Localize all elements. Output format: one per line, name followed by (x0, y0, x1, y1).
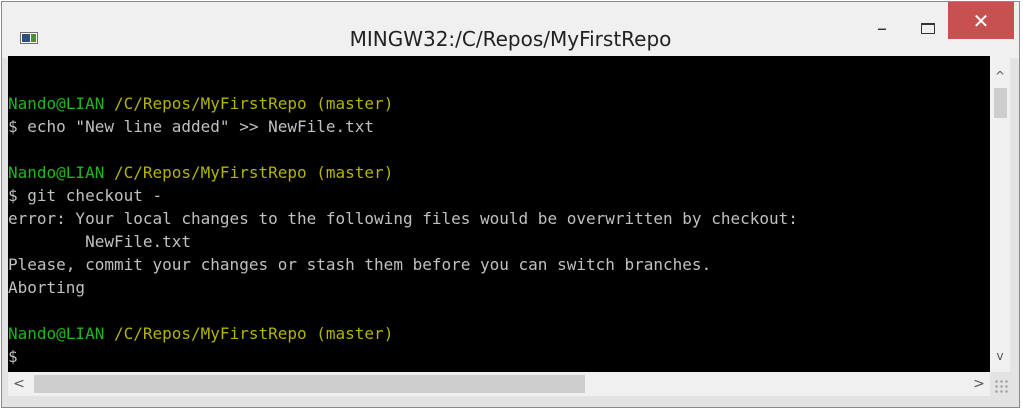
prompt-user: Nando@LIAN (8, 163, 105, 182)
terminal-output[interactable]: Nando@LIAN /C/Repos/MyFirstRepo (master)… (8, 56, 990, 372)
prompt-path: /C/Repos/MyFirstRepo (master) (113, 163, 394, 182)
output-line: $ git checkout - (8, 186, 163, 205)
scroll-up-icon[interactable]: ^ (990, 66, 1010, 86)
horizontal-scrollbar[interactable]: < > (8, 372, 990, 396)
prompt-path: /C/Repos/MyFirstRepo (master) (113, 324, 394, 343)
title-bar[interactable]: MINGW32:/C/Repos/MyFirstRepo – ✕ (2, 2, 1019, 58)
maximize-button[interactable] (908, 10, 948, 46)
prompt-line: Nando@LIAN /C/Repos/MyFirstRepo (master) (8, 92, 798, 115)
output-line: $ echo "New line added" >> NewFile.txt (8, 117, 375, 136)
output-line: NewFile.txt (8, 232, 192, 251)
minimize-icon: – (877, 16, 887, 40)
maximize-icon (921, 22, 935, 34)
prompt-path: /C/Repos/MyFirstRepo (master) (113, 94, 394, 113)
prompt-line: Nando@LIAN /C/Repos/MyFirstRepo (master) (8, 322, 798, 345)
prompt-line: Nando@LIAN /C/Repos/MyFirstRepo (master) (8, 161, 798, 184)
terminal-lines: Nando@LIAN /C/Repos/MyFirstRepo (master)… (8, 92, 798, 368)
prompt-user: Nando@LIAN (8, 94, 105, 113)
close-button[interactable]: ✕ (948, 2, 1014, 39)
resize-grip-icon[interactable] (994, 379, 1008, 393)
scroll-right-icon[interactable]: > (968, 372, 990, 396)
minimize-button[interactable]: – (862, 10, 902, 46)
output-line: $ (8, 347, 18, 366)
prompt-user: Nando@LIAN (8, 324, 105, 343)
output-line: Please, commit your changes or stash the… (8, 255, 712, 274)
scroll-down-icon[interactable]: v (990, 346, 1010, 366)
scroll-left-icon[interactable]: < (8, 372, 30, 396)
output-line: error: Your local changes to the followi… (8, 209, 798, 228)
horizontal-scroll-thumb[interactable] (34, 375, 585, 393)
vertical-scroll-thumb[interactable] (994, 88, 1007, 118)
close-icon: ✕ (972, 8, 990, 33)
vertical-scrollbar[interactable]: ^ v (990, 56, 1010, 372)
output-line: Aborting (8, 278, 86, 297)
